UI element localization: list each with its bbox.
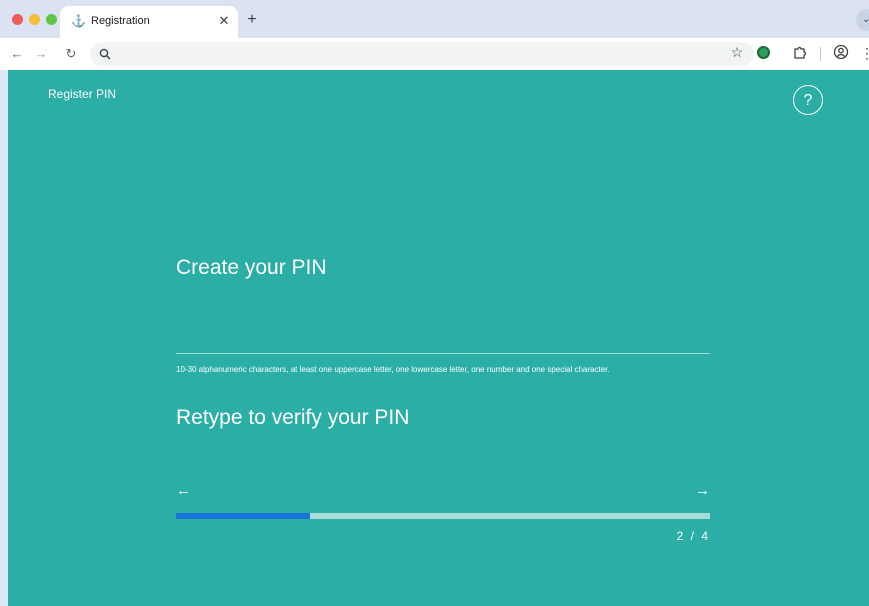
reload-icon[interactable]: ↻ — [62, 45, 80, 63]
toolbar-divider — [820, 47, 821, 61]
create-pin-label: Create your PIN — [176, 256, 327, 279]
profile-icon[interactable] — [833, 44, 849, 60]
tab-registration[interactable]: ⚓ Registration ✕ — [60, 6, 238, 38]
create-pin-input[interactable] — [176, 284, 710, 354]
pin-requirements-hint: 10-30 alphanumeric characters, at least … — [176, 365, 610, 374]
close-window-button[interactable] — [12, 14, 23, 25]
search-icon — [99, 48, 111, 60]
next-step-button[interactable]: → — [692, 482, 710, 500]
step-counter: 2 / 4 — [676, 529, 710, 543]
registration-page: Register PIN ? Create your PIN 10-30 alp… — [8, 70, 869, 606]
previous-step-button[interactable]: ← — [176, 482, 194, 500]
star-icon[interactable]: ☆ — [729, 44, 745, 60]
address-bar[interactable] — [90, 42, 754, 66]
tab-strip: ⚓ Registration ✕ + ⌄ — [0, 0, 869, 38]
progress-bar-fill — [176, 513, 310, 519]
tab-title: Registration — [91, 15, 150, 27]
chevron-down-icon[interactable]: ⌄ — [856, 9, 869, 31]
plus-icon[interactable]: + — [244, 12, 260, 28]
minimize-window-button[interactable] — [29, 14, 40, 25]
browser-toolbar: ← → ↻ ☆ ⋮ — [0, 38, 869, 70]
forward-arrow-icon[interactable]: → — [32, 45, 50, 63]
maximize-window-button[interactable] — [46, 14, 57, 25]
pin-form: Create your PIN 10-30 alphanumeric chara… — [176, 70, 710, 606]
anchor-icon: ⚓ — [71, 14, 86, 28]
help-icon: ? — [803, 91, 813, 109]
extension-icon[interactable] — [757, 46, 770, 59]
progress-bar — [176, 513, 710, 519]
puzzle-icon[interactable] — [792, 44, 808, 60]
verify-pin-label: Retype to verify your PIN — [176, 406, 410, 429]
back-arrow-icon[interactable]: ← — [8, 45, 26, 63]
browser-window: ⚓ Registration ✕ + ⌄ ← → ↻ ☆ ⋮ Register … — [0, 0, 869, 606]
verify-pin-input[interactable] — [176, 432, 710, 482]
help-button[interactable]: ? — [793, 85, 823, 115]
close-icon[interactable]: ✕ — [217, 14, 231, 28]
page-title: Register PIN — [48, 87, 117, 101]
menu-icon[interactable]: ⋮ — [860, 44, 869, 62]
address-input[interactable] — [118, 45, 718, 63]
